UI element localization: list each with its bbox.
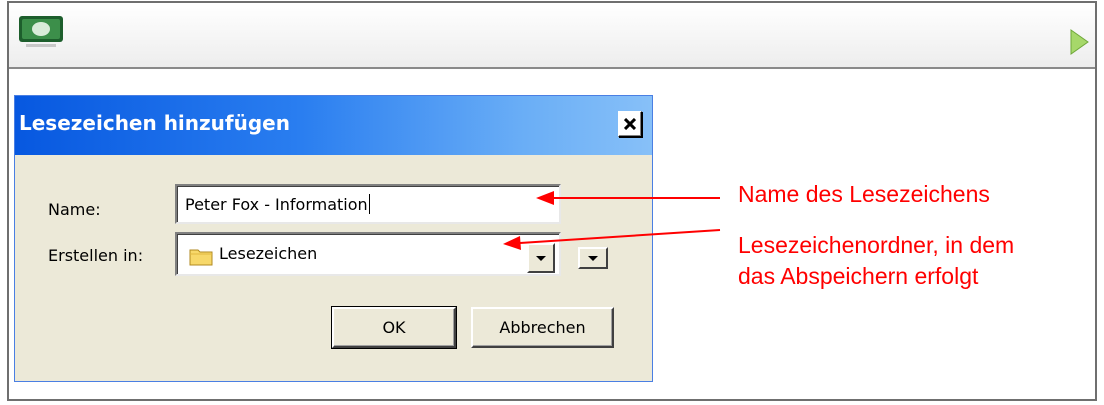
folder-select-value: Lesezeichen bbox=[219, 244, 318, 263]
chevron-down-icon bbox=[536, 255, 546, 261]
folder-dropdown-button[interactable] bbox=[527, 243, 555, 273]
folder-annotation-line-1: Lesezeichenordner, in dem bbox=[738, 232, 1015, 258]
name-input-value: Peter Fox - Information bbox=[185, 194, 368, 214]
ok-button[interactable]: OK bbox=[331, 306, 457, 349]
dialog-titlebar[interactable]: Lesezeichen hinzufügen bbox=[15, 96, 652, 155]
folder-annotation-line-2: das Abspeichern erfolgt bbox=[738, 263, 979, 289]
play-arrow-icon[interactable] bbox=[1069, 29, 1089, 55]
chevron-down-icon bbox=[588, 255, 598, 261]
name-annotation: Name des Lesezeichens bbox=[738, 181, 990, 207]
name-label: Name: bbox=[48, 200, 101, 219]
create-in-label: Erstellen in: bbox=[48, 246, 144, 265]
expand-folders-button[interactable] bbox=[578, 247, 608, 269]
dialog-title: Lesezeichen hinzufügen bbox=[19, 111, 290, 135]
close-button[interactable] bbox=[618, 111, 642, 137]
add-bookmark-dialog: Lesezeichen hinzufügen Name: Peter Fox -… bbox=[14, 95, 653, 382]
cancel-button[interactable]: Abbrechen bbox=[471, 307, 614, 348]
folder-icon bbox=[189, 249, 213, 266]
app-monitor-icon[interactable] bbox=[18, 15, 64, 49]
name-input[interactable]: Peter Fox - Information bbox=[175, 184, 561, 224]
text-caret bbox=[368, 194, 370, 214]
folder-annotation: Lesezeichenordner, in dem das Abspeicher… bbox=[738, 230, 1014, 292]
toolbar bbox=[9, 3, 1095, 69]
close-icon bbox=[624, 118, 636, 130]
folder-select[interactable]: Lesezeichen bbox=[175, 232, 561, 276]
